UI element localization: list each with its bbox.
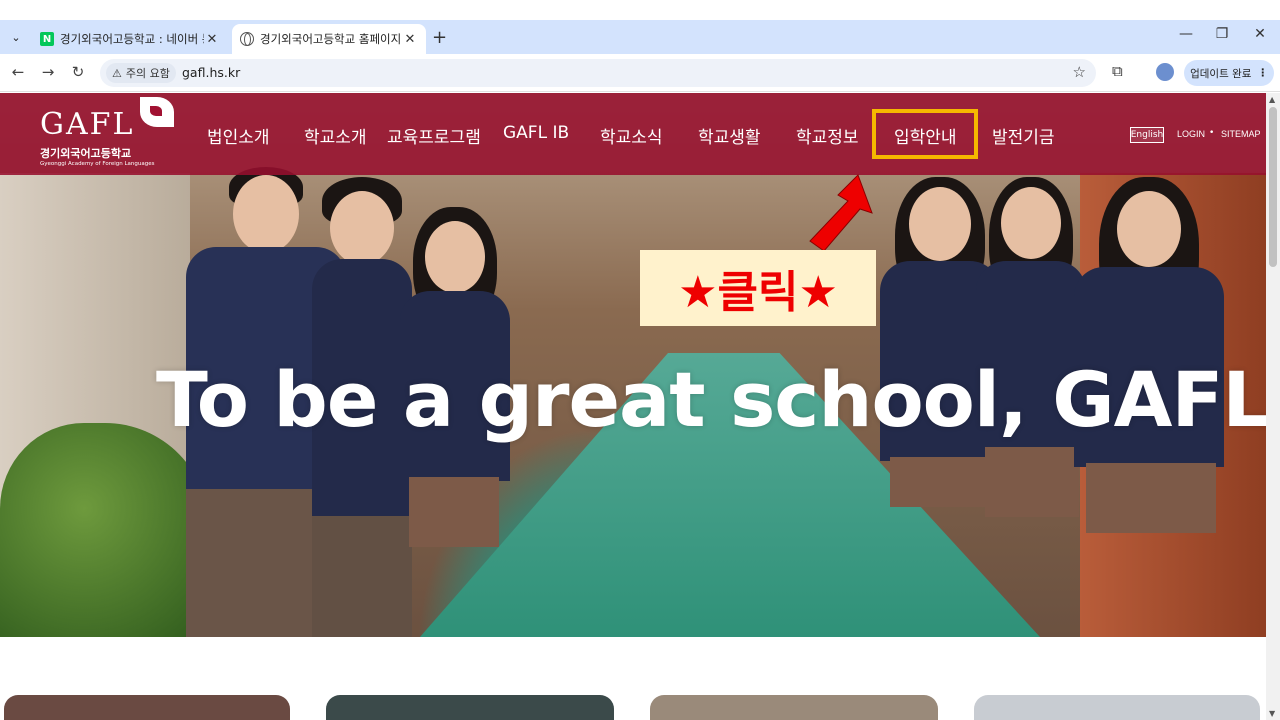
hero-title: To be a great school, GAFL [156, 355, 1266, 444]
nav-item-school-info[interactable]: 학교정보 [796, 123, 859, 148]
tab-search-button[interactable]: ⌄ [6, 27, 26, 47]
click-callout: ★클릭★ [640, 250, 876, 326]
new-tab-button[interactable]: + [432, 27, 447, 48]
bookmark-star-icon[interactable]: ☆ [1073, 63, 1086, 81]
site-header: GAFL 경기외국어고등학교 Gyeonggi Academy of Forei… [0, 93, 1266, 175]
nav-item-news[interactable]: 학교소식 [600, 123, 663, 148]
url-text[interactable]: gafl.hs.kr [182, 65, 240, 80]
globe-icon [240, 32, 254, 46]
content-card[interactable] [650, 695, 938, 720]
logo-mark: GAFL [40, 107, 135, 142]
browser-tab-bar: ⌄ N 경기외국어고등학교 : 네이버 통 ✕ 경기외국어고등학교 홈페이지 ✕… [0, 20, 1280, 54]
hero-hedge [0, 423, 210, 637]
security-warning-label: 주의 요함 [125, 67, 170, 80]
language-button[interactable]: English [1130, 127, 1164, 143]
logo-name-en: Gyeonggi Academy of Foreign Languages [40, 161, 155, 167]
highlight-box-admissions [872, 109, 978, 159]
security-warning-chip[interactable]: ⚠ 주의 요함 [106, 63, 176, 83]
hero-banner: To be a great school, GAFL GAFL 경기외국어고등학… [0, 93, 1266, 637]
restore-button[interactable]: ❐ [1212, 26, 1232, 42]
sitemap-link[interactable]: SITEMAP [1221, 129, 1261, 139]
util-separator: • [1209, 128, 1215, 138]
content-card[interactable] [4, 695, 290, 720]
back-button[interactable]: ← [8, 63, 28, 81]
update-label: 업데이트 완료 [1190, 67, 1252, 80]
browser-tab-gafl[interactable]: 경기외국어고등학교 홈페이지 ✕ [232, 24, 426, 54]
page-scrollbar[interactable]: ▲ ▼ [1266, 93, 1280, 720]
nav-item-programs[interactable]: 교육프로그램 [387, 123, 481, 148]
nav-item-fund[interactable]: 발전기금 [992, 123, 1055, 148]
close-icon[interactable]: ✕ [402, 32, 418, 47]
forward-button[interactable]: → [38, 63, 58, 81]
red-arrow-icon [809, 174, 873, 252]
top-spacer [0, 0, 1280, 20]
nav-item-ib[interactable]: GAFL IB [503, 123, 569, 143]
chevron-down-icon: ⌄ [11, 30, 21, 44]
content-card[interactable] [326, 695, 614, 720]
scroll-up-icon[interactable]: ▲ [1269, 95, 1275, 104]
omnibox[interactable]: ⚠ 주의 요함 gafl.hs.kr ☆ [100, 59, 1096, 87]
close-icon[interactable]: ✕ [204, 32, 220, 47]
nav-item-school-life[interactable]: 학교생활 [698, 123, 761, 148]
scroll-thumb[interactable] [1269, 107, 1277, 267]
scroll-down-icon[interactable]: ▼ [1269, 709, 1275, 718]
nav-item-about[interactable]: 학교소개 [304, 123, 367, 148]
tab-title: 경기외국어고등학교 홈페이지 [260, 32, 402, 46]
site-logo[interactable]: GAFL 경기외국어고등학교 Gyeonggi Academy of Forei… [40, 97, 174, 167]
content-cards-row [0, 695, 1266, 720]
content-card[interactable] [974, 695, 1260, 720]
warning-icon: ⚠ [112, 66, 122, 80]
naver-icon: N [40, 32, 54, 46]
tab-title: 경기외국어고등학교 : 네이버 통 [60, 32, 204, 46]
minimize-button[interactable]: — [1176, 26, 1196, 42]
login-link[interactable]: LOGIN [1177, 129, 1205, 139]
nav-item-corporation[interactable]: 법인소개 [207, 123, 270, 148]
logo-name-ko: 경기외국어고등학교 [40, 147, 132, 160]
leaf-icon [140, 97, 174, 127]
window-close-button[interactable]: ✕ [1250, 26, 1270, 42]
extensions-icon[interactable]: ⧉ [1112, 62, 1123, 80]
reload-button[interactable]: ↻ [68, 63, 88, 81]
update-button[interactable]: 업데이트 완료 ⋮ [1184, 60, 1274, 86]
page-viewport: To be a great school, GAFL GAFL 경기외국어고등학… [0, 93, 1266, 720]
profile-avatar[interactable] [1156, 63, 1174, 81]
address-toolbar: ← → ↻ ⚠ 주의 요함 gafl.hs.kr ☆ [0, 54, 1280, 92]
menu-dots-icon[interactable]: ⋮ [1257, 67, 1268, 79]
browser-tab-naver[interactable]: N 경기외국어고등학교 : 네이버 통 ✕ [32, 24, 228, 54]
